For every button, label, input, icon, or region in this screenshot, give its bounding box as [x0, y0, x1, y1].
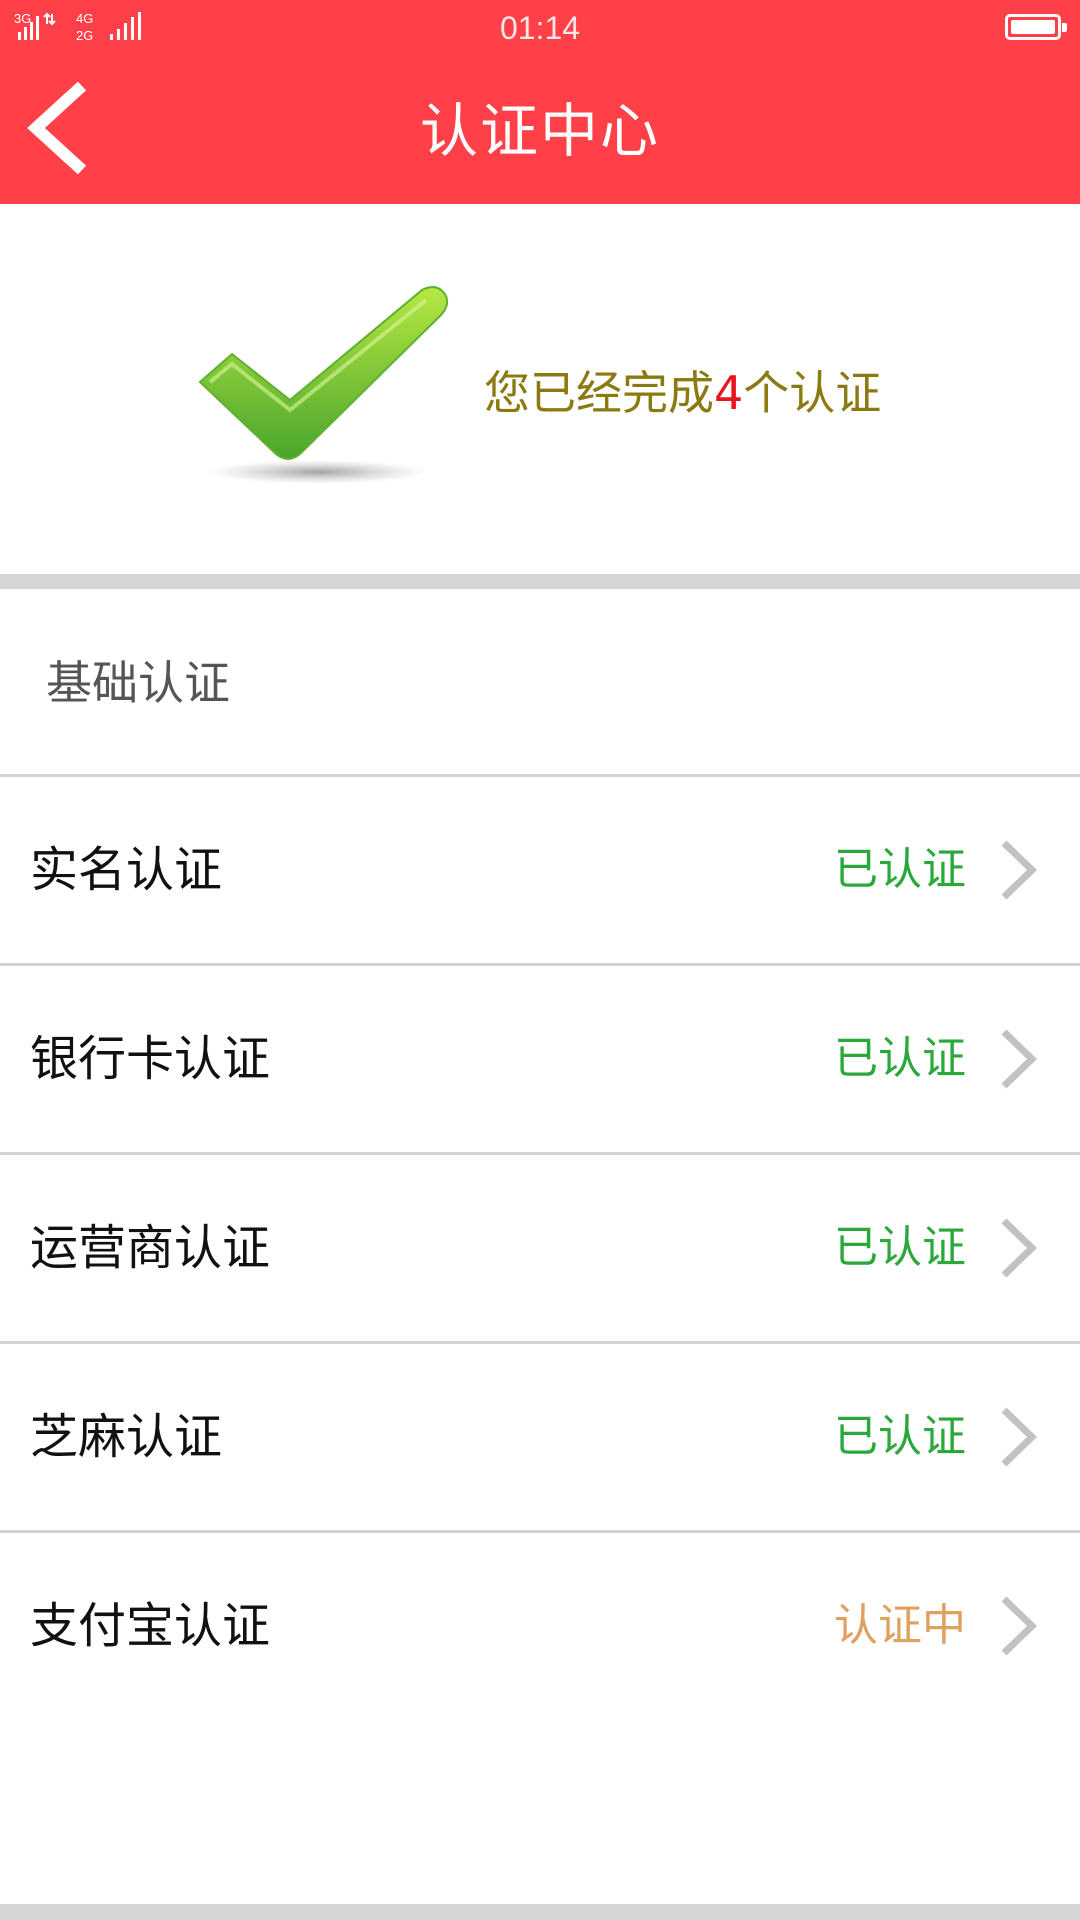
chevron-right-icon: [1001, 1029, 1038, 1089]
bottom-separator: [0, 1904, 1080, 1920]
list-item[interactable]: 芝麻认证 已认证: [0, 1344, 1080, 1530]
item-status: 已认证: [834, 1222, 966, 1273]
item-label: 芝麻认证: [30, 1409, 223, 1465]
section-title: 基础认证: [46, 656, 230, 710]
summary-text: 您已经完成4个认证: [484, 358, 881, 428]
item-status: 认证中: [834, 1600, 966, 1651]
page-title: 认证中心: [419, 97, 660, 165]
app-header: 3G 4G 2G 01:14 认证中心: [0, 0, 1080, 204]
battery-icon: [1005, 14, 1067, 40]
item-status: 已认证: [834, 1411, 966, 1462]
list-item[interactable]: 运营商认证 已认证: [0, 1155, 1080, 1341]
section-separator: [0, 574, 1080, 589]
status-time: 01:14: [499, 10, 581, 46]
chevron-right-icon: [1001, 1596, 1038, 1656]
summary-prefix: 您已经完成: [484, 366, 714, 420]
item-label: 支付宝认证: [30, 1598, 271, 1654]
status-bar: 3G 4G 2G 01:14: [0, 0, 1080, 56]
item-label: 实名认证: [30, 842, 223, 898]
list-item[interactable]: 银行卡认证 已认证: [0, 966, 1080, 1152]
item-status: 已认证: [834, 1033, 966, 1084]
summary-count: 4: [714, 366, 744, 420]
chevron-right-icon: [1001, 840, 1038, 900]
chevron-right-icon: [1001, 1407, 1038, 1467]
item-status: 已认证: [834, 844, 966, 895]
item-label: 运营商认证: [30, 1220, 271, 1276]
item-label: 银行卡认证: [30, 1031, 271, 1087]
certification-summary: 您已经完成4个认证: [0, 204, 1080, 574]
checkmark-icon: [198, 286, 449, 484]
chevron-right-icon: [1001, 1218, 1038, 1278]
list-item[interactable]: 实名认证 已认证: [0, 777, 1080, 963]
summary-suffix: 个认证: [743, 366, 882, 420]
list-item[interactable]: 支付宝认证 认证中: [0, 1533, 1080, 1719]
